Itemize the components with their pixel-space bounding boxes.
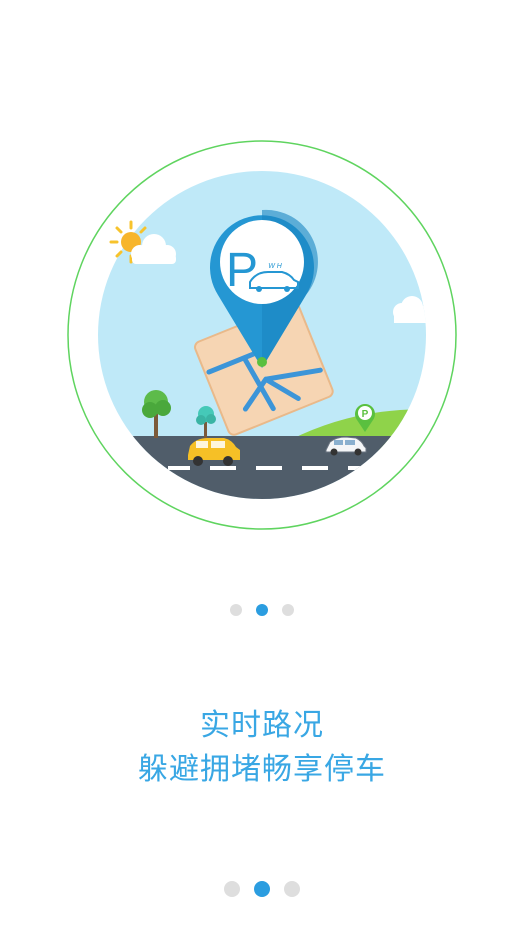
- slide-subtitle: 躲避拥堵畅享停车: [138, 752, 386, 787]
- page-dot[interactable]: [284, 881, 300, 897]
- page-dot-active[interactable]: [254, 881, 270, 897]
- page-dot[interactable]: [282, 604, 294, 616]
- page-dot-active[interactable]: [256, 604, 268, 616]
- page-dot[interactable]: [224, 881, 240, 897]
- svg-text:W H: W H: [268, 263, 283, 270]
- page-dot[interactable]: [230, 604, 242, 616]
- guide-screen: P P W H 实时路况 躲避拥堵畅享停车: [0, 0, 524, 933]
- parking-illustration: P P W H: [67, 140, 457, 530]
- page-indicator-bottom: [0, 881, 524, 897]
- svg-text:P: P: [226, 244, 258, 297]
- slide-title: 实时路况: [200, 708, 324, 743]
- page-indicator-top: [0, 604, 524, 616]
- svg-text:P: P: [362, 409, 369, 420]
